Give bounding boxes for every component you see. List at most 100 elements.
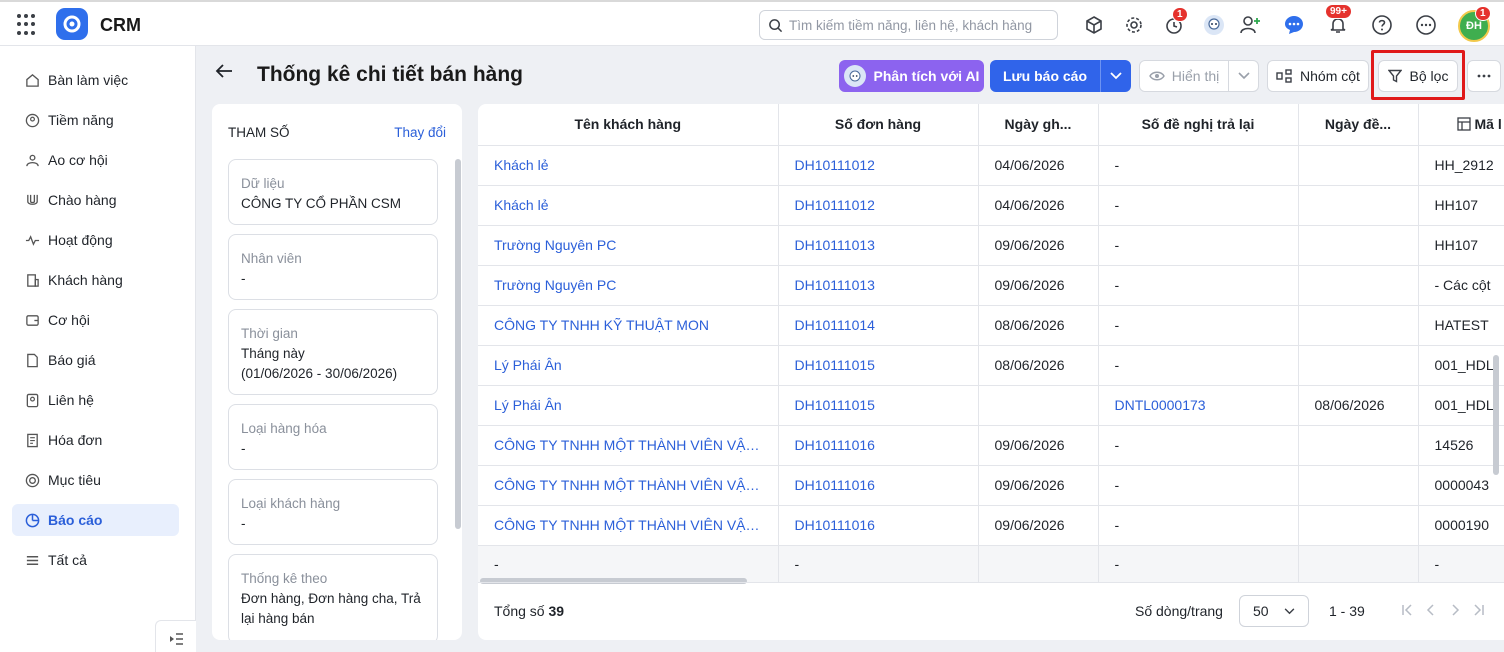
search-input[interactable] xyxy=(789,17,1049,33)
sidebar-item-bao-cao[interactable]: Báo cáo xyxy=(12,504,179,536)
sidebar-item-ban-lam-viec[interactable]: Bàn làm việc xyxy=(12,64,179,96)
table-cell[interactable]: Khách lẻ xyxy=(478,145,779,186)
table-row: CÔNG TY TNHH MỘT THÀNH VIÊN VẬN ... DH101… xyxy=(478,465,1504,506)
param-card-product-type[interactable]: Loại hàng hóa - xyxy=(228,404,438,470)
robot-icon[interactable] xyxy=(1202,13,1226,37)
table-cell[interactable]: CÔNG TY TNHH MỘT THÀNH VIÊN VẬN ... xyxy=(478,425,779,466)
ellipsis-icon xyxy=(1477,74,1491,78)
change-parameters-link[interactable]: Thay đổi xyxy=(394,125,446,140)
chevron-down-icon xyxy=(1284,608,1295,615)
table-cell: HH_2912 xyxy=(1418,145,1504,186)
sidebar-item-hoat-dong[interactable]: Hoạt động xyxy=(12,224,179,256)
table-cell: 14526 xyxy=(1418,425,1504,466)
column-header[interactable]: Số đơn hàng xyxy=(778,104,979,146)
global-search[interactable] xyxy=(759,10,1058,40)
table-cell xyxy=(978,385,1099,426)
table-cell[interactable]: DH10111015 xyxy=(778,345,979,386)
prev-page-icon[interactable] xyxy=(1422,601,1440,619)
table-cell xyxy=(1298,505,1419,546)
table-cell: - xyxy=(1098,225,1299,266)
chat-icon[interactable] xyxy=(1282,13,1306,37)
help-icon[interactable] xyxy=(1370,13,1394,37)
sidebar-item-khach-hang[interactable]: Khách hàng xyxy=(12,264,179,296)
display-options-dropdown[interactable] xyxy=(1228,60,1259,92)
column-header-last[interactable]: Mã l xyxy=(1418,104,1504,146)
table-cell[interactable]: Trường Nguyên PC xyxy=(478,225,779,266)
column-header[interactable]: Tên khách hàng xyxy=(478,104,779,146)
column-header[interactable]: Ngày gh... xyxy=(978,104,1099,146)
sidebar-item-hoa-don[interactable]: Hóa đơn xyxy=(12,424,179,456)
bell-icon[interactable]: 99+ xyxy=(1325,4,1352,37)
more-options-button[interactable] xyxy=(1467,60,1501,92)
table-cell[interactable]: DH10111016 xyxy=(778,465,979,506)
rows-per-page-select[interactable]: 50 xyxy=(1239,595,1309,627)
param-label: Thống kê theo xyxy=(241,571,328,586)
table-row: Khách lẻ DH10111012 04/06/2026- HH_2912 xyxy=(478,145,1504,186)
sidebar-item-tat-ca[interactable]: Tất cả xyxy=(12,544,179,576)
collapse-icon xyxy=(170,632,183,645)
table-cell[interactable]: DH10111015 xyxy=(778,385,979,426)
gear-icon[interactable] xyxy=(1122,13,1146,37)
target-user-icon xyxy=(24,112,40,128)
sidebar-item-chao-hang[interactable]: Chào hàng xyxy=(12,184,179,216)
sidebar-item-lien-he[interactable]: Liên hệ xyxy=(12,384,179,416)
column-header[interactable]: Số đề nghị trả lại xyxy=(1098,104,1299,146)
table-cell: - xyxy=(1098,345,1299,386)
sidebar-item-tiem-nang[interactable]: Tiềm năng xyxy=(12,104,179,136)
table-cell[interactable]: Lý Phái Ân xyxy=(478,385,779,426)
table-row: Khách lẻ DH10111012 04/06/2026- HH107 xyxy=(478,185,1504,226)
sidebar-item-ao-co-hoi[interactable]: Ao cơ hội xyxy=(12,144,179,176)
table-cell: 08/06/2026 xyxy=(978,345,1099,386)
table-cell[interactable]: CÔNG TY TNHH MỘT THÀNH VIÊN VẬN ... xyxy=(478,465,779,506)
table-cell[interactable]: DNTL0000173 xyxy=(1098,385,1299,426)
first-page-icon[interactable] xyxy=(1398,601,1416,619)
back-arrow-icon[interactable] xyxy=(213,60,235,82)
sidebar-item-bao-gia[interactable]: Báo giá xyxy=(12,344,179,376)
group-columns-button[interactable]: Nhóm cột xyxy=(1267,60,1369,92)
sidebar-item-muc-tieu[interactable]: Mục tiêu xyxy=(12,464,179,496)
table-cell[interactable]: CÔNG TY TNHH MỘT THÀNH VIÊN VẬN ... xyxy=(478,505,779,546)
collapse-sidebar-button[interactable] xyxy=(155,620,196,652)
table-vertical-scrollbar[interactable] xyxy=(1493,355,1499,475)
more-icon[interactable] xyxy=(1414,13,1438,37)
cube-icon[interactable] xyxy=(1082,13,1106,37)
last-page-icon[interactable] xyxy=(1470,601,1488,619)
table-cell[interactable]: Lý Phái Ân xyxy=(478,345,779,386)
display-button[interactable]: Hiển thị xyxy=(1139,60,1229,92)
next-page-icon[interactable] xyxy=(1446,601,1464,619)
report-table: Tên khách hàng Số đơn hàng Ngày gh... Số… xyxy=(478,104,1504,583)
table-cell[interactable]: DH10111014 xyxy=(778,305,979,346)
analyze-ai-button[interactable]: Phân tích với AI xyxy=(839,60,984,92)
param-card-statistics-by[interactable]: Thống kê theo Đơn hàng, Đơn hàng cha, Tr… xyxy=(228,554,438,640)
sidebar-item-co-hoi[interactable]: Cơ hội xyxy=(12,304,179,336)
crm-logo-icon[interactable] xyxy=(56,8,88,40)
table-cell[interactable]: CÔNG TY TNHH KỸ THUẬT MON xyxy=(478,305,779,346)
param-card-data[interactable]: Dữ liệu CÔNG TY CỔ PHẦN CSM xyxy=(228,159,438,225)
avatar[interactable]: ĐH 1 xyxy=(1458,6,1491,42)
table-cell[interactable]: DH10111013 xyxy=(778,225,979,266)
invoice-icon xyxy=(24,432,40,448)
param-card-customer-type[interactable]: Loại khách hàng - xyxy=(228,479,438,545)
eye-icon xyxy=(1148,71,1165,81)
table-cell[interactable]: DH10111012 xyxy=(778,185,979,226)
column-header[interactable]: Ngày đề... xyxy=(1298,104,1419,146)
param-card-employee[interactable]: Nhân viên - xyxy=(228,234,438,300)
table-cell[interactable]: Trường Nguyên PC xyxy=(478,265,779,306)
top-bar: CRM 1 99+ ĐH 1 xyxy=(0,0,1504,46)
params-scrollbar[interactable] xyxy=(455,159,461,529)
table-cell[interactable]: DH10111013 xyxy=(778,265,979,306)
table-cell: 09/06/2026 xyxy=(978,425,1099,466)
timer-icon[interactable]: 1 xyxy=(1162,7,1188,37)
sidebar-item-label: Cơ hội xyxy=(48,312,90,328)
table-cell: 04/06/2026 xyxy=(978,145,1099,186)
table-cell[interactable]: Khách lẻ xyxy=(478,185,779,226)
column-settings-icon[interactable] xyxy=(1456,117,1471,131)
table-cell[interactable]: DH10111016 xyxy=(778,425,979,466)
save-report-button[interactable]: Lưu báo cáo xyxy=(990,60,1100,92)
table-cell[interactable]: DH10111012 xyxy=(778,145,979,186)
param-card-time[interactable]: Thời gian Tháng này (01/06/2026 - 30/06/… xyxy=(228,309,438,395)
save-options-dropdown[interactable] xyxy=(1100,60,1131,92)
table-cell[interactable]: DH10111016 xyxy=(778,505,979,546)
add-user-icon[interactable] xyxy=(1238,13,1262,37)
app-grid-icon[interactable] xyxy=(17,14,39,36)
